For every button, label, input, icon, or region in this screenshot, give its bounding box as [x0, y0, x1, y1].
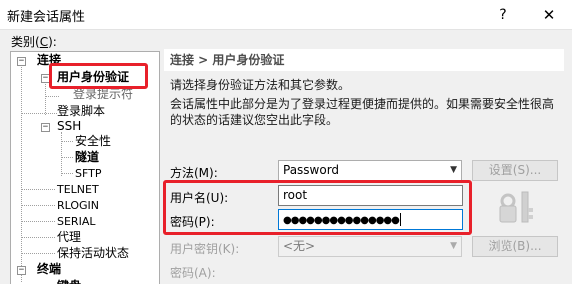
collapse-icon[interactable]: −	[17, 57, 26, 66]
chevron-down-icon: ▼	[450, 165, 457, 175]
collapse-icon[interactable]: −	[17, 266, 26, 275]
tree-item-sftp[interactable]: SFTP	[75, 165, 101, 182]
user-key-value: <无>	[283, 239, 316, 253]
tree-item-terminal[interactable]: 终端	[37, 261, 61, 278]
category-label-pre: 类别(	[11, 35, 40, 49]
tree-line	[61, 132, 62, 176]
tree-item-rlogin[interactable]: RLOGIN	[57, 197, 99, 214]
collapse-icon[interactable]: −	[41, 123, 50, 132]
annotation-highlight-tree	[49, 63, 148, 89]
user-key-label: 用户密钥(K):	[170, 242, 240, 256]
tree-line	[21, 237, 55, 238]
help-button[interactable]: ?	[480, 0, 526, 30]
panel-description: 会话属性中此部分是为了登录过程更便捷而提供的。如果需要安全性很高	[170, 97, 555, 111]
tree-line	[61, 157, 73, 158]
passphrase-label: 密码(A):	[170, 266, 216, 280]
tree-item-tunnel[interactable]: 隧道	[75, 149, 99, 166]
method-select[interactable]: Password ▼	[278, 160, 462, 181]
annotation-highlight-credentials	[163, 180, 472, 235]
key-icon	[499, 191, 533, 223]
tree-item-telnet[interactable]: TELNET	[57, 181, 99, 198]
tree-line	[21, 189, 55, 190]
panel-description: 的状态的话建议您空出此字段。	[170, 113, 339, 127]
tree-item-proxy[interactable]: 代理	[57, 229, 81, 246]
tree-line	[21, 62, 22, 282]
close-button[interactable]: ✕	[526, 0, 572, 30]
browse-button[interactable]: 浏览(B)...	[472, 236, 558, 257]
tree-line	[21, 113, 57, 114]
title-bar: 新建会话属性 ? ✕	[0, 0, 572, 30]
method-select-value: Password	[283, 163, 340, 177]
category-label-key: C	[39, 35, 49, 49]
tree-item-keyboard[interactable]: 键盘	[57, 278, 81, 284]
tree-item-keepalive[interactable]: 保持活动状态	[57, 245, 129, 262]
panel-description: 请选择身份验证方法和其它参数。	[170, 78, 351, 92]
tree-line	[21, 205, 55, 206]
tree-line	[45, 79, 46, 115]
method-label: 方法(M):	[170, 166, 218, 180]
window-title: 新建会话属性	[7, 10, 86, 25]
tree-line	[21, 221, 55, 222]
tree-item-serial[interactable]: SERIAL	[57, 213, 95, 230]
settings-button[interactable]: 设置(S)...	[472, 160, 558, 181]
tree-line	[61, 141, 73, 142]
tree-line	[45, 96, 59, 97]
user-key-select[interactable]: <无> ▼	[278, 236, 462, 257]
chevron-down-icon: ▼	[450, 241, 457, 251]
tree-line	[21, 253, 55, 254]
category-label-post: ):	[48, 35, 57, 49]
tree-item-security[interactable]: 安全性	[75, 133, 111, 150]
tree-line	[61, 173, 73, 174]
category-label: 类别(C):	[11, 33, 57, 50]
panel-breadcrumb: 连接 > 用户身份验证	[164, 49, 564, 71]
